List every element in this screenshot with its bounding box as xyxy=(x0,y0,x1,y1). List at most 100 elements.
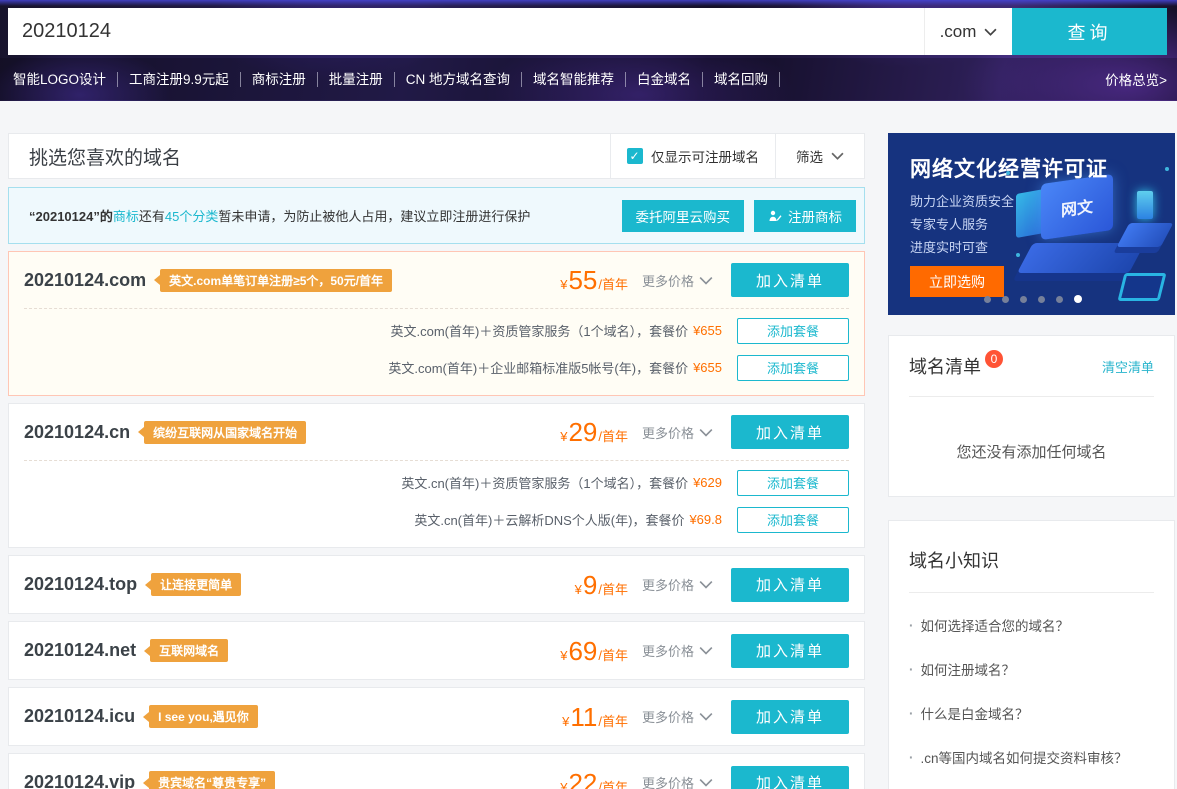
domain-search-bar: .com 查询 xyxy=(8,8,1167,55)
carousel-dots xyxy=(984,295,1082,303)
package-price: ¥69.8 xyxy=(689,512,722,527)
domain-main-row: 20210124.top 让连接更简单 ¥ 9 /首年 更多价格 加入清单 xyxy=(9,556,864,613)
price-value: 9 xyxy=(583,572,597,598)
domain-row-top: 20210124.top 让连接更简单 ¥ 9 /首年 更多价格 加入清单 xyxy=(8,555,865,614)
cart-title: 域名清单 xyxy=(909,353,981,379)
chevron-down-icon xyxy=(699,276,713,285)
more-prices-dropdown[interactable]: 更多价格 xyxy=(642,271,713,290)
tld-selected-value: .com xyxy=(940,22,977,42)
price-overview-link[interactable]: 价格总览> xyxy=(1105,69,1171,89)
domain-name: 20210124.top xyxy=(24,574,137,595)
carousel-dot[interactable] xyxy=(1056,296,1063,303)
promo-badge: I see you,遇见你 xyxy=(149,705,258,728)
more-prices-dropdown[interactable]: 更多价格 xyxy=(642,707,713,726)
promo-badge: 贵宾域名“尊贵专享” xyxy=(149,771,275,789)
domain-main-row: 20210124.icu I see you,遇见你 ¥ 11 /首年 更多价格… xyxy=(9,688,864,745)
package-list: 英文.com(首年)＋资质管家服务（1个域名），套餐价 ¥655 添加套餐 英文… xyxy=(9,309,864,395)
add-to-cart-button[interactable]: 加入清单 xyxy=(731,766,849,789)
page-content: 挑选您喜欢的域名 仅显示可注册域名 筛选 “20210124”的 商标 还有 4… xyxy=(0,101,1177,789)
notice-mid-text: 还有 xyxy=(139,206,165,225)
knowledge-link[interactable]: .cn等国内域名如何提交资料审核？ xyxy=(909,735,1154,779)
currency-symbol: ¥ xyxy=(560,780,567,789)
picker-header: 挑选您喜欢的域名 仅显示可注册域名 筛选 xyxy=(8,133,865,179)
add-to-cart-button[interactable]: 加入清单 xyxy=(731,263,849,297)
nav-item-logo-design[interactable]: 智能LOGO设计 xyxy=(2,72,118,87)
price-unit: /首年 xyxy=(598,274,628,293)
domain-row-vip: 20210124.vip 贵宾域名“尊贵专享” ¥ 22 /首年 更多价格 加入… xyxy=(8,753,865,789)
buy-now-button[interactable]: 立即选购 xyxy=(910,266,1004,297)
nav-item-smart-recommend[interactable]: 域名智能推荐 xyxy=(522,72,626,87)
price-value: 22 xyxy=(568,770,597,789)
register-trademark-button[interactable]: 注册商标 xyxy=(754,200,856,232)
domain-results-column: 挑选您喜欢的域名 仅显示可注册域名 筛选 “20210124”的 商标 还有 4… xyxy=(8,133,865,789)
nav-item-batch-register[interactable]: 批量注册 xyxy=(318,72,395,87)
banner-title: 网络文化经营许可证 xyxy=(910,153,1108,183)
carousel-dot[interactable] xyxy=(1002,296,1009,303)
trademark-link[interactable]: 商标 xyxy=(113,206,139,225)
knowledge-link[interactable]: 如何选择适合您的域名？ xyxy=(909,603,1154,647)
nav-item-domain-buyback[interactable]: 域名回购 xyxy=(703,72,780,87)
domain-cart-card: 域名清单 0 清空清单 您还没有添加任何域名 xyxy=(888,335,1175,497)
package-row: 英文.cn(首年)＋资质管家服务（1个域名），套餐价 ¥629 添加套餐 xyxy=(9,464,864,501)
top-nav: 智能LOGO设计 工商注册9.9元起 商标注册 批量注册 CN 地方域名查询 域… xyxy=(0,58,1177,100)
banner-line: 进度实时可查 xyxy=(910,237,988,256)
knowledge-link[interactable]: 什么是白金域名？ xyxy=(909,691,1154,735)
checkbox-checked-icon[interactable] xyxy=(627,148,643,164)
knowledge-list: 如何选择适合您的域名？ 如何注册域名？ 什么是白金域名？ .cn等国内域名如何提… xyxy=(909,593,1154,789)
promo-badge: 让连接更简单 xyxy=(151,573,241,596)
currency-symbol: ¥ xyxy=(575,582,582,597)
add-package-button[interactable]: 添加套餐 xyxy=(737,355,849,381)
knowledge-title: 域名小知识 xyxy=(909,521,1154,573)
carousel-dot[interactable] xyxy=(984,296,991,303)
categories-link[interactable]: 45个分类 xyxy=(165,206,218,225)
package-desc: 英文.com(首年)＋企业邮箱标准版5帐号(年)，套餐价 xyxy=(388,358,688,377)
domain-knowledge-card: 域名小知识 如何选择适合您的域名？ 如何注册域名？ 什么是白金域名？ .cn等国… xyxy=(888,520,1175,789)
carousel-dot[interactable] xyxy=(1020,296,1027,303)
carousel-dot[interactable] xyxy=(1038,296,1045,303)
tld-selector[interactable]: .com xyxy=(924,8,1012,55)
only-available-checkbox-group[interactable]: 仅显示可注册域名 xyxy=(610,134,775,178)
currency-symbol: ¥ xyxy=(560,277,567,292)
more-prices-dropdown[interactable]: 更多价格 xyxy=(642,423,713,442)
domain-main-row: 20210124.com 英文.com单笔订单注册≥5个，50元/首年 ¥ 55… xyxy=(9,252,864,308)
add-package-button[interactable]: 添加套餐 xyxy=(737,318,849,344)
only-available-label: 仅显示可注册域名 xyxy=(651,146,759,166)
more-prices-dropdown[interactable]: 更多价格 xyxy=(642,641,713,660)
add-package-button[interactable]: 添加套餐 xyxy=(737,470,849,496)
nav-item-business-register[interactable]: 工商注册9.9元起 xyxy=(118,72,241,87)
nav-item-platinum-domain[interactable]: 白金域名 xyxy=(626,72,703,87)
nav-item-cn-local-query[interactable]: CN 地方域名查询 xyxy=(395,72,522,87)
package-desc: 英文.com(首年)＋资质管家服务（1个域名），套餐价 xyxy=(391,321,689,340)
price: ¥ 55 /首年 xyxy=(560,267,628,293)
chevron-down-icon xyxy=(699,428,713,437)
add-to-cart-button[interactable]: 加入清单 xyxy=(731,634,849,668)
price-value: 11 xyxy=(570,704,597,730)
chevron-down-icon xyxy=(984,28,997,36)
filter-dropdown[interactable]: 筛选 xyxy=(775,134,864,178)
add-package-button[interactable]: 添加套餐 xyxy=(737,507,849,533)
chevron-down-icon xyxy=(699,580,713,589)
search-button[interactable]: 查询 xyxy=(1012,8,1167,55)
price: ¥ 29 /首年 xyxy=(560,419,628,445)
knowledge-link[interactable]: 域名要备案吗，如何备案？ xyxy=(909,779,1154,789)
more-prices-dropdown[interactable]: 更多价格 xyxy=(642,773,713,789)
entrust-aliyun-buy-button[interactable]: 委托阿里云购买 xyxy=(622,200,745,232)
knowledge-link[interactable]: 如何注册域名？ xyxy=(909,647,1154,691)
price-unit: /首年 xyxy=(598,426,628,445)
add-to-cart-button[interactable]: 加入清单 xyxy=(731,700,849,734)
notice-query-text: “20210124”的 xyxy=(29,206,113,225)
clear-cart-link[interactable]: 清空清单 xyxy=(1102,357,1154,376)
carousel-dot-active[interactable] xyxy=(1074,295,1082,303)
search-input[interactable] xyxy=(8,8,924,55)
more-prices-dropdown[interactable]: 更多价格 xyxy=(642,575,713,594)
price-value: 29 xyxy=(568,419,597,445)
add-to-cart-button[interactable]: 加入清单 xyxy=(731,415,849,449)
filter-label: 筛选 xyxy=(796,146,823,166)
domain-row-icu: 20210124.icu I see you,遇见你 ¥ 11 /首年 更多价格… xyxy=(8,687,865,746)
trademark-register-icon xyxy=(768,209,782,223)
domain-row-cn: 20210124.cn 缤纷互联网从国家域名开始 ¥ 29 /首年 更多价格 加… xyxy=(8,403,865,548)
promo-banner[interactable]: 网文 网络文化经营许可证 助力企业资质安全 专家专人服务 进度实时可查 立即选购 xyxy=(888,133,1175,315)
trademark-notice: “20210124”的 商标 还有 45个分类 暂未申请，为防止被他人占用，建议… xyxy=(8,187,865,244)
nav-item-trademark-register[interactable]: 商标注册 xyxy=(241,72,318,87)
add-to-cart-button[interactable]: 加入清单 xyxy=(731,568,849,602)
